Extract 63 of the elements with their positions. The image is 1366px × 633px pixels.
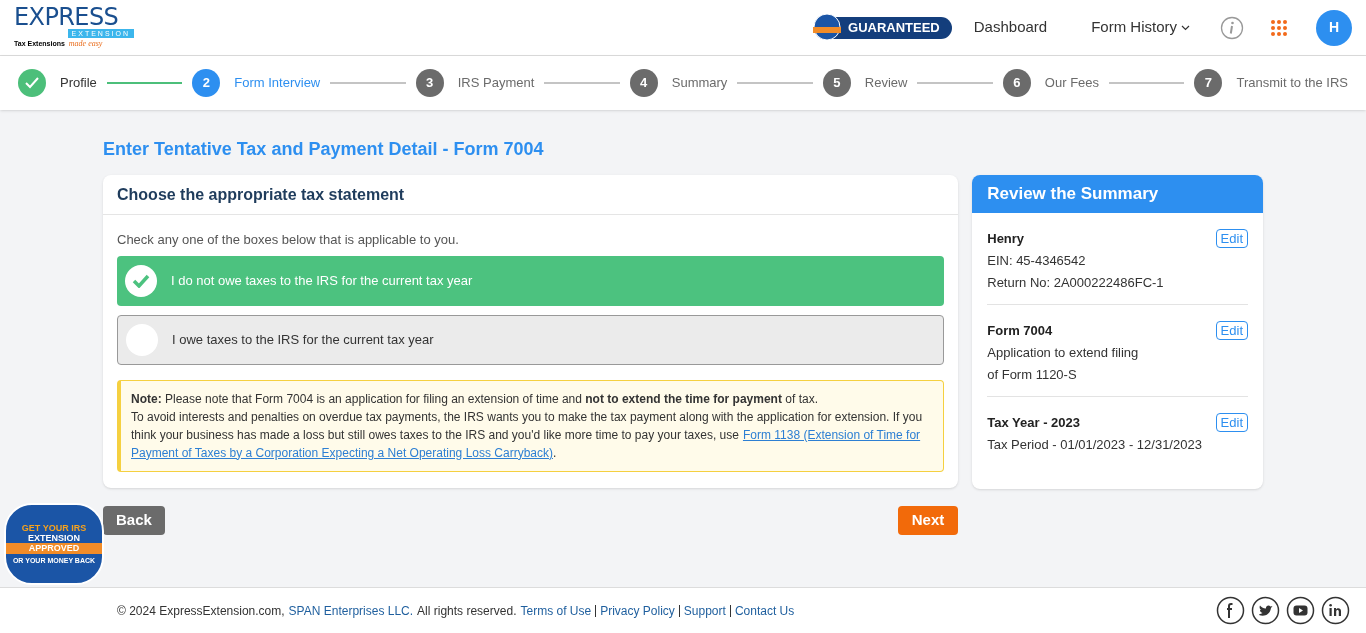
seal-text: GET YOUR IRS [21,522,87,533]
section-detail: Application to extend filing [987,345,1139,361]
section-detail: Return No: 2A000222486FC-1 [987,275,1164,291]
page-title: Enter Tentative Tax and Payment Detail - Form 7004 [103,138,545,161]
footer-link[interactable]: Contact Us [734,601,795,620]
linkedin-icon[interactable] [1321,596,1350,625]
step-number: 3 [415,69,444,97]
note-text: think your business has made a loss but still owes taxes to the IRS and you'd like more time to pay your taxes, use [131,426,739,444]
note-text: To avoid interests and penalties on overdue tax payments, the IRS wants you to make the tax payment along with the application for extension. If you [131,408,924,426]
footer-link[interactable]: Terms of Use [520,601,592,620]
step-number: 2 [192,69,221,97]
rights-text: All rights reserved. [417,602,517,620]
nav-link[interactable]: Dashboard [973,16,1048,39]
company-link[interactable]: SPAN Enterprises LLC. [288,601,414,620]
badge-label: GUARANTEED [848,18,940,37]
section-detail: Tax Period - 01/01/2023 - 12/31/2023 [987,437,1202,453]
section-detail: of Form 1120-S [987,367,1078,383]
note-text: Note: Please note that Form 7004 is an application for filing an extension of time and not to extend the time for payment of tax. [131,390,819,408]
seal-ribbon: APPROVED [6,542,102,554]
check-icon[interactable] [125,264,157,297]
seal-text: EXTENSION [28,532,80,543]
edit-button[interactable]: Edit [1215,229,1248,248]
twitter-icon[interactable] [1251,596,1280,625]
info-icon[interactable] [1220,15,1244,40]
caret-icon[interactable] [1181,24,1190,31]
logo-wordmark: EXPRESS [14,5,119,29]
option-label: I owe taxes to the IRS for the current tax year [172,330,434,349]
copyright-text: © 2024 ExpressExtension.com, [117,602,285,620]
youtube-icon[interactable] [1286,596,1315,625]
section-heading: Form 7004 [987,323,1054,339]
section-heading: Henry [987,231,1026,247]
step-label[interactable]: IRS Payment [457,73,535,93]
footer-link[interactable]: Privacy Policy [600,601,675,620]
section-detail: EIN: 45-4346542 [987,253,1087,269]
section-heading: Tax Year - 2023 [987,415,1081,431]
summary-title: Review the Summary [987,183,1159,206]
card-title: Choose the appropriate tax statement [117,184,405,205]
edit-button[interactable]: Edit [1215,413,1248,432]
form-link[interactable]: Form 1138 (Extension of Time for [742,425,921,444]
option-label: I do not owe taxes to the IRS for the current tax year [171,271,473,290]
step-label[interactable]: Summary [671,73,728,93]
step-label[interactable]: Our Fees [1044,73,1100,93]
next-button[interactable]: Next [897,506,959,535]
edit-button[interactable]: Edit [1215,321,1248,340]
note-text: . [553,444,557,462]
step-number: 5 [822,69,851,97]
apps-grid-icon[interactable] [1270,18,1288,37]
step-label[interactable]: Profile [60,73,97,93]
nav-link[interactable]: Form History [1091,16,1190,39]
form-link[interactable]: Payment of Taxes by a Corporation Expecting a Net Operating Loss Carryback) [131,443,553,462]
back-button[interactable]: Back [103,506,165,535]
footer-link[interactable]: Support [683,601,726,620]
step-number: 7 [1194,69,1223,97]
step-label[interactable]: Review [864,73,908,93]
step-label[interactable]: Form Interview [234,73,321,93]
instruction-text: Check any one of the boxes below that is applicable to you. [117,231,460,249]
step-number: 4 [629,69,658,97]
logo-tagline-script: made easy [68,38,103,50]
facebook-icon[interactable] [1216,596,1245,625]
step-label[interactable]: Transmit to the IRS [1236,73,1348,93]
option-row[interactable]: I owe taxes to the IRS for the current tax year [117,314,945,365]
step-number: 6 [1002,69,1031,97]
avatar-button[interactable]: H [1316,9,1352,46]
